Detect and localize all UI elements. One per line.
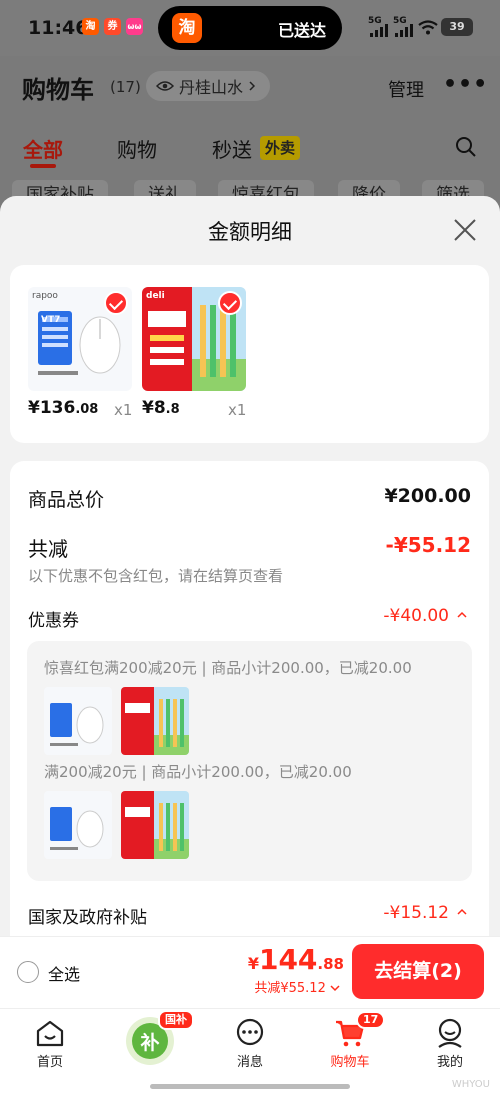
signal-bars-2-icon <box>395 24 413 37</box>
product-brand: rapoo <box>32 291 58 301</box>
watermark: WHYOU <box>451 1079 490 1090</box>
checkout-bar: 全选 ¥144.88 共减¥55.12 去结算(2) <box>0 936 500 1008</box>
home-icon <box>36 1020 64 1047</box>
coupon-notification-icon: 券 <box>104 18 121 35</box>
coupon-detail-panel: 惊喜红包满200减20元 | 商品小计200.00，已减20.00 满200减2… <box>27 641 472 881</box>
select-all-radio[interactable] <box>17 961 39 983</box>
tab-all[interactable]: 全部 <box>23 134 63 163</box>
takeout-badge: 外卖 <box>260 136 301 160</box>
tab-shopping[interactable]: 购物 <box>117 134 157 163</box>
chevron-down-icon <box>330 985 340 992</box>
profile-icon <box>438 1018 462 1048</box>
delivery-status: 已送达 <box>277 21 326 40</box>
location-selector[interactable]: 丹桂山水 <box>146 71 271 101</box>
coupon-product-thumb-pencil <box>121 791 189 859</box>
product-model: VT7 <box>41 315 61 325</box>
battery-icon: 39 <box>441 18 473 36</box>
location-label: 丹桂山水 <box>179 78 244 97</box>
page-title: 购物车 <box>22 76 94 104</box>
subsidy-value[interactable]: -¥15.12 <box>383 903 449 923</box>
discount-value: -¥55.12 <box>385 533 471 557</box>
subsidy-label: 国家及政府补贴 <box>28 908 147 928</box>
subtotal-label: 商品总价 <box>28 489 105 511</box>
discount-note: 以下优惠不包含红包，请在结算页查看 <box>28 567 284 585</box>
product-price: ¥136.08 <box>28 398 99 418</box>
checkout-button[interactable]: 去结算(2) <box>352 944 484 999</box>
nav-profile[interactable]: 我的 <box>400 1009 500 1089</box>
coupon-line: 满200减20元 | 商品小计200.00，已减20.00 <box>44 763 352 781</box>
taobao-notification-icon: 淘 <box>82 18 99 35</box>
nav-label: 我的 <box>436 1055 463 1070</box>
gov-subsidy-badge: 国补 <box>158 1010 194 1030</box>
dynamic-island[interactable]: 淘 已送达 <box>158 6 342 50</box>
chevron-right-icon <box>249 81 256 91</box>
more-icon[interactable]: ••• <box>443 72 488 97</box>
coupon-product-thumb-mouse <box>44 687 112 755</box>
chevron-up-icon[interactable] <box>456 908 468 916</box>
product-card: rapoo VT7 ¥136.08 x1 deli ¥8.8 x1 <box>10 265 489 443</box>
cart-badge: 17 <box>356 1011 386 1029</box>
status-bar: 11:46 淘 券 ωω 淘 已送达 5G 5G 39 <box>0 0 500 56</box>
product-image-mouse[interactable]: rapoo VT7 <box>28 287 132 391</box>
clock: 11:46 <box>28 17 89 39</box>
tab-flash-delivery[interactable]: 秒送 <box>212 134 252 163</box>
product-qty: x1 <box>228 401 247 419</box>
total-saved[interactable]: 共减¥55.12 <box>254 977 340 996</box>
coupon-product-thumb-pencil <box>121 687 189 755</box>
coupon-value[interactable]: -¥40.00 <box>383 606 449 626</box>
manage-button[interactable]: 管理 <box>388 76 424 102</box>
search-icon[interactable] <box>455 136 477 158</box>
home-indicator[interactable] <box>150 1084 350 1089</box>
nav-subsidy[interactable]: 补 国补 <box>100 1009 200 1089</box>
signal-bars-1-icon <box>370 24 388 37</box>
taobao-logo-icon: 淘 <box>172 13 202 43</box>
sheet-title: 金额明细 <box>208 220 292 244</box>
message-icon <box>236 1018 264 1046</box>
nav-home[interactable]: 首页 <box>0 1009 100 1089</box>
coupon-product-thumb-mouse <box>44 791 112 859</box>
close-icon[interactable] <box>453 218 477 242</box>
cart-count: (17) <box>110 78 141 96</box>
product-price: ¥8.8 <box>142 398 180 418</box>
product-image-pencil[interactable]: deli <box>142 287 246 391</box>
nav-label: 购物车 <box>330 1055 370 1070</box>
coupon-line: 惊喜红包满200减20元 | 商品小计200.00，已减20.00 <box>44 659 412 677</box>
subsidy-glyph: 补 <box>140 1032 160 1054</box>
selected-check-icon <box>218 291 242 315</box>
nav-cart[interactable]: 17 购物车 <box>300 1009 400 1089</box>
nav-label: 消息 <box>236 1055 263 1070</box>
wifi-icon <box>418 20 438 35</box>
chevron-up-icon[interactable] <box>456 611 468 619</box>
nav-label: 首页 <box>36 1055 63 1070</box>
price-breakdown-card: 商品总价 ¥200.00 共减 -¥55.12 以下优惠不包含红包，请在结算页查… <box>10 461 489 1008</box>
amount-detail-sheet: 金额明细 rapoo VT7 ¥136.08 x1 deli ¥8.8 x1 商… <box>0 196 500 1008</box>
coupon-label: 优惠券 <box>28 611 79 631</box>
tab-underline <box>30 164 56 168</box>
nav-messages[interactable]: 消息 <box>200 1009 300 1089</box>
eye-icon <box>156 81 174 91</box>
product-brand: deli <box>146 291 165 301</box>
cart-header: 购物车 (17) 丹桂山水 管理 ••• 全部 购物 秒送 外卖 国家补贴 送礼… <box>0 56 500 210</box>
select-all-label[interactable]: 全选 <box>48 961 80 985</box>
subtotal-value: ¥200.00 <box>384 485 471 507</box>
app-notification-icon: ωω <box>126 18 143 35</box>
selected-check-icon <box>104 291 128 315</box>
total-price: ¥144.88 <box>247 943 344 976</box>
product-qty: x1 <box>114 401 133 419</box>
discount-label: 共减 <box>28 537 68 561</box>
